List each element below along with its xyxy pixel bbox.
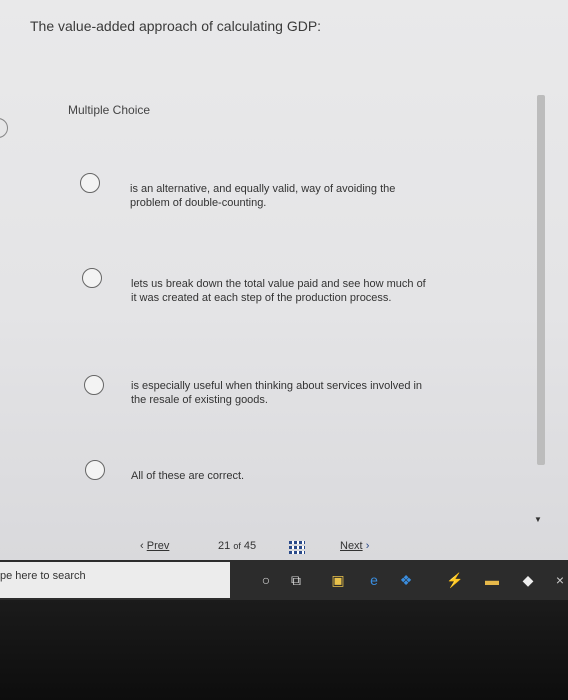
overflow-icon[interactable]: × — [552, 572, 568, 588]
grid-icon[interactable] — [289, 541, 305, 555]
question-type-label: Multiple Choice — [68, 103, 151, 117]
option-text: is an alternative, and equally valid, wa… — [130, 183, 396, 209]
radio-button[interactable] — [82, 268, 102, 288]
radio-button[interactable] — [84, 375, 104, 395]
task-view-icon[interactable]: ⧉ — [288, 572, 304, 588]
chevron-left-icon: ‹ — [140, 540, 144, 552]
option-text: All of these are correct. — [131, 470, 245, 482]
taskbar-search-box[interactable]: pe here to search — [0, 562, 230, 598]
prev-button[interactable]: ‹ Prev — [140, 540, 169, 552]
dropbox-icon[interactable]: ❖ — [398, 572, 414, 588]
next-button[interactable]: Next › — [340, 540, 369, 552]
radio-button[interactable] — [80, 173, 100, 193]
search-placeholder: pe here to search — [0, 570, 86, 582]
radio-button[interactable] — [85, 460, 105, 480]
scrollbar[interactable] — [537, 95, 545, 465]
option-text: lets us break down the total value paid … — [131, 278, 426, 304]
page-indicator: 21 of 45 — [218, 540, 257, 552]
edge-icon[interactable]: e — [366, 572, 382, 588]
option-text: is especially useful when thinking about… — [131, 380, 423, 406]
partial-circle-icon — [0, 118, 8, 138]
app-icon-2[interactable]: ◆ — [520, 572, 536, 588]
laptop-bezel — [0, 600, 568, 700]
quiz-screen: The value-added approach of calculating … — [0, 0, 568, 560]
chevron-right-icon: › — [365, 540, 370, 552]
scroll-down-arrow-icon[interactable]: ▼ — [534, 515, 542, 524]
question-text: The value-added approach of calculating … — [30, 18, 322, 34]
app-icon[interactable]: ⚡ — [446, 572, 463, 588]
folder-icon[interactable]: ▬ — [484, 572, 500, 588]
store-icon[interactable]: ▣ — [330, 572, 346, 588]
cortana-icon[interactable]: ○ — [258, 572, 274, 588]
